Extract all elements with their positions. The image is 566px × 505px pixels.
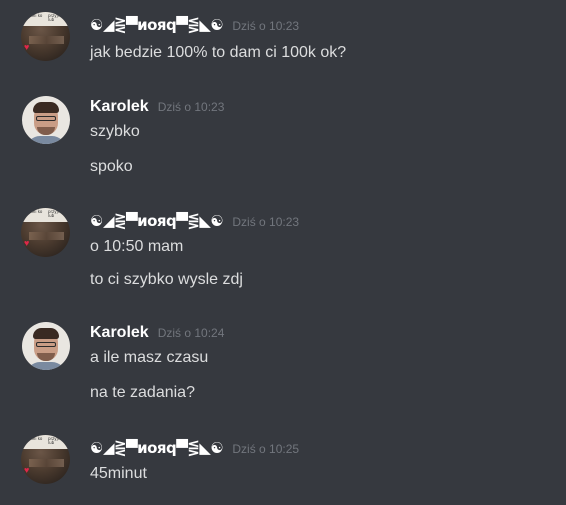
timestamp[interactable]: Dziś o 10:23 xyxy=(232,211,299,233)
avatar-image-detail xyxy=(29,459,64,467)
message-header: Karolek Dziś o 10:23 xyxy=(90,96,224,118)
avatar-beard xyxy=(37,127,55,135)
avatar-caption-right: przyjmie lub xyxy=(48,209,66,218)
username[interactable]: ☯◢⋛▀иояq▀⋚◣☯ xyxy=(90,210,224,232)
message-text: na te zadania? xyxy=(90,384,195,401)
avatar[interactable]: Jeżeli ko przyjmie lub ♥ xyxy=(21,208,70,257)
avatar-shoulders xyxy=(26,136,66,144)
message-text: to ci szybko wysle zdj xyxy=(90,271,243,288)
heart-icon: ♥ xyxy=(24,238,30,248)
avatar-hair xyxy=(33,102,59,113)
message-text: a ile masz czasu xyxy=(90,349,209,366)
avatar-caption-right: przyjmie lub xyxy=(48,13,66,22)
heart-icon: ♥ xyxy=(24,42,30,52)
username[interactable]: ☯◢⋛▀иояq▀⋚◣☯ xyxy=(90,437,224,459)
avatar-caption-right: przyjmie lub xyxy=(48,436,66,445)
timestamp[interactable]: Dziś o 10:25 xyxy=(232,438,299,460)
username[interactable]: Karolek xyxy=(90,322,149,344)
message-header: ☯◢⋛▀иояq▀⋚◣☯ Dziś o 10:23 xyxy=(90,210,299,232)
avatar[interactable]: Jeżeli ko przyjmie lub ♥ xyxy=(21,12,70,61)
message-header: ☯◢⋛▀иояq▀⋚◣☯ Dziś o 10:25 xyxy=(90,437,299,459)
avatar-image-detail xyxy=(29,36,64,44)
message-text: jak bedzie 100% to dam ci 100k ok? xyxy=(90,44,347,61)
avatar[interactable] xyxy=(22,96,70,144)
avatar-shoulders xyxy=(26,362,66,370)
avatar[interactable] xyxy=(22,322,70,370)
timestamp[interactable]: Dziś o 10:24 xyxy=(158,322,225,344)
username[interactable]: ☯◢⋛▀иояq▀⋚◣☯ xyxy=(90,14,224,36)
avatar-caption-left: Jeżeli ko xyxy=(26,13,43,18)
message-text: 45minut xyxy=(90,465,147,482)
avatar-caption-left: Jeżeli ko xyxy=(26,209,43,214)
avatar-caption-left: Jeżeli ko xyxy=(26,436,43,441)
message-text: o 10:50 mam xyxy=(90,238,184,255)
avatar-beard xyxy=(37,353,55,361)
avatar-glasses xyxy=(36,342,56,347)
username[interactable]: Karolek xyxy=(90,96,149,118)
message-header: Karolek Dziś o 10:24 xyxy=(90,322,224,344)
avatar-image-detail xyxy=(29,232,64,240)
avatar-hair xyxy=(33,328,59,339)
timestamp[interactable]: Dziś o 10:23 xyxy=(232,15,299,37)
avatar-glasses xyxy=(36,116,56,121)
message-text: szybko xyxy=(90,123,140,140)
chat-messages: Jeżeli ko przyjmie lub ♥ ☯◢⋛▀иояq▀⋚◣☯ Dz… xyxy=(0,0,566,505)
message-header: ☯◢⋛▀иояq▀⋚◣☯ Dziś o 10:23 xyxy=(90,14,299,36)
message-text: spoko xyxy=(90,158,133,175)
avatar[interactable]: Jeżeli ko przyjmie lub ♥ xyxy=(21,435,70,484)
heart-icon: ♥ xyxy=(24,465,30,475)
timestamp[interactable]: Dziś o 10:23 xyxy=(158,96,225,118)
